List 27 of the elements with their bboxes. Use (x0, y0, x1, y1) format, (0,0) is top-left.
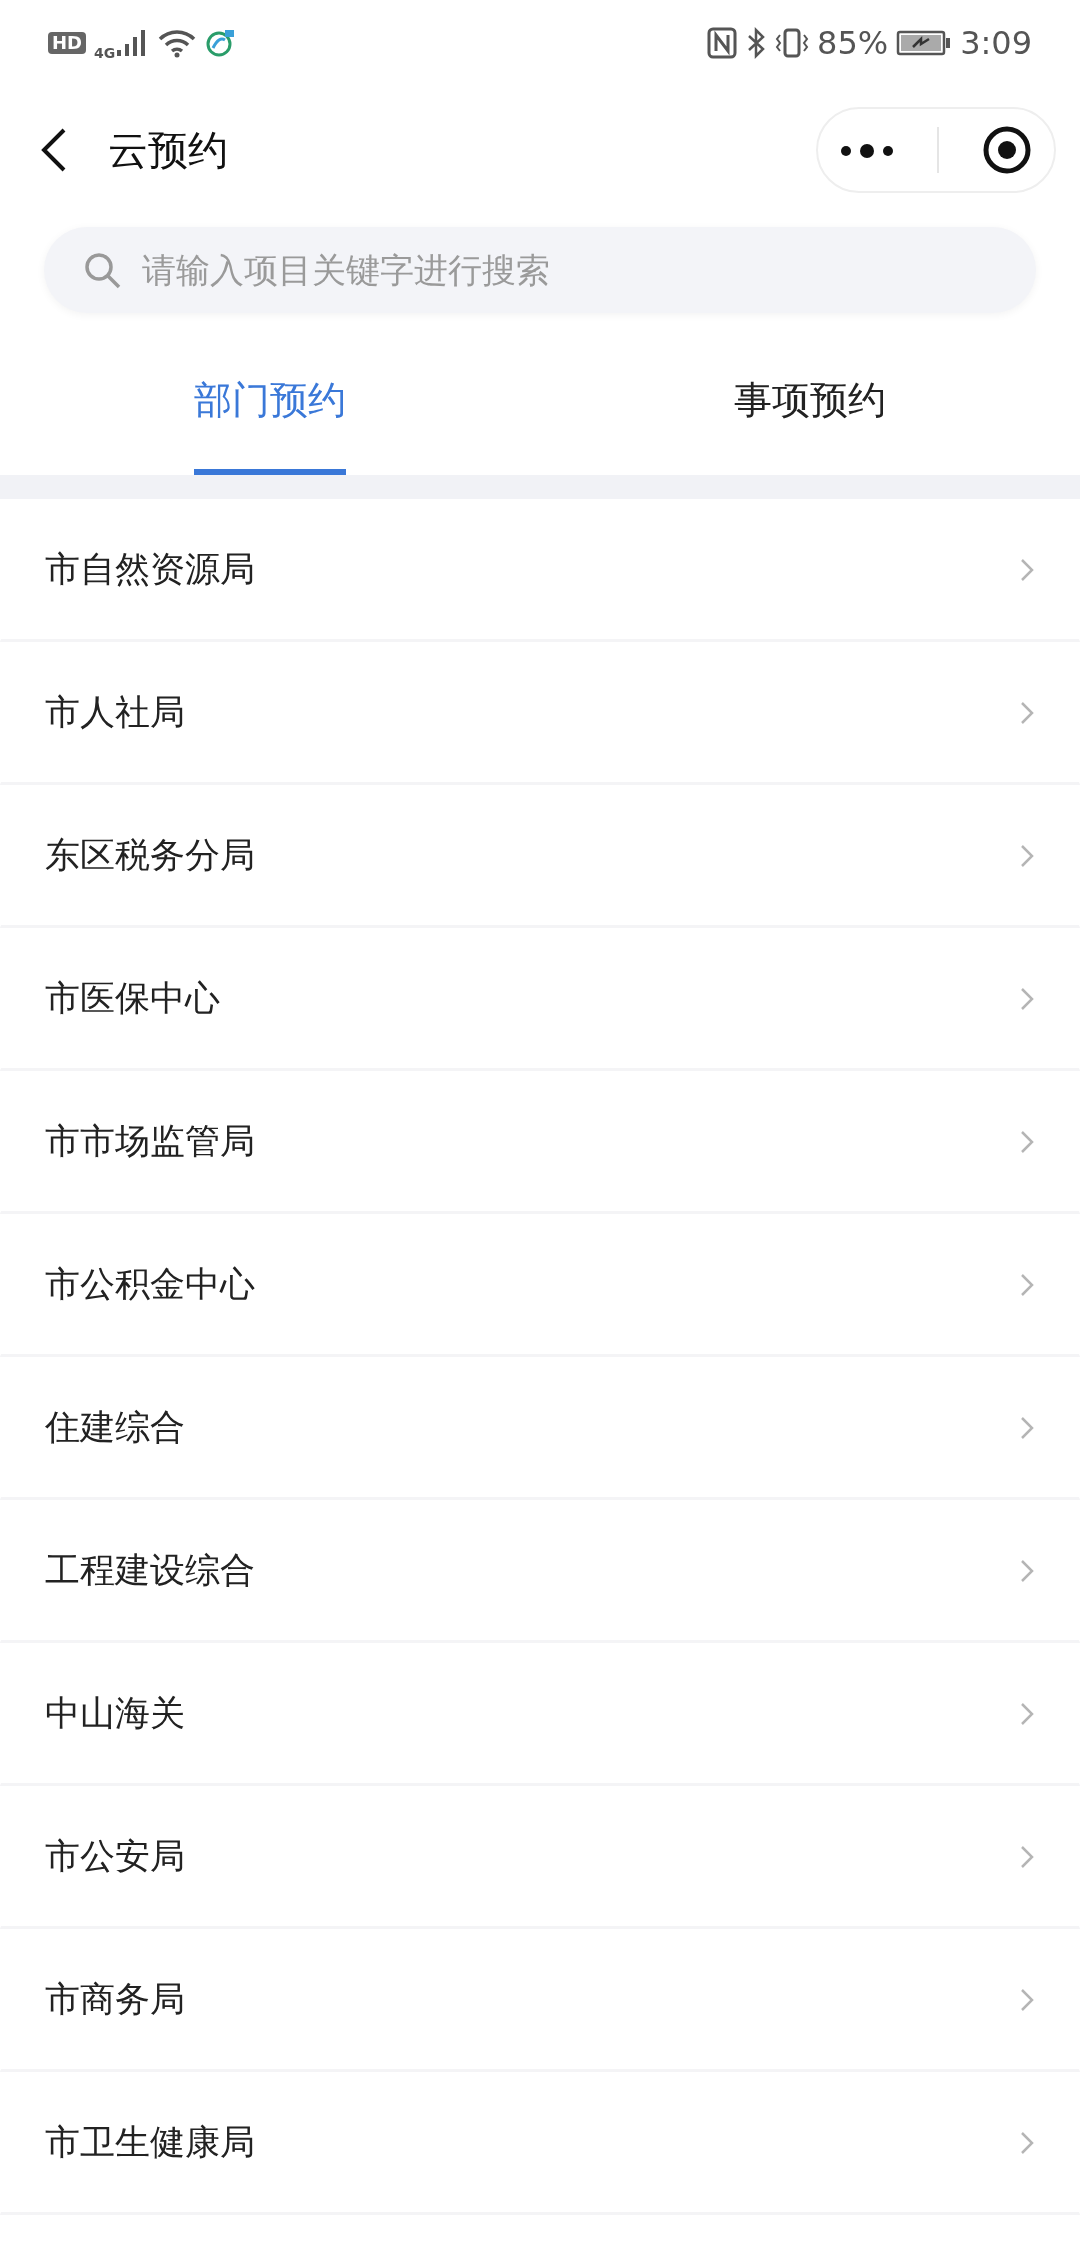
back-button[interactable] (40, 127, 68, 173)
vibrate-icon (775, 26, 809, 59)
status-time: 3:09 (960, 22, 1032, 64)
chevron-icon (1019, 1700, 1035, 1727)
chevron-icon (1019, 1557, 1035, 1584)
tab[interactable]: 事项预约 (540, 325, 1080, 475)
carrier-icon (205, 27, 236, 58)
page-title: 云预约 (108, 126, 229, 175)
close-button[interactable] (982, 125, 1033, 175)
chevron-icon (1019, 842, 1035, 869)
chevron-icon (1019, 699, 1035, 726)
network-type: 4G (94, 44, 116, 63)
chevron-icon (1019, 556, 1035, 583)
chevron-icon (1019, 1414, 1035, 1441)
chevron-icon (1019, 985, 1035, 1012)
search-icon (82, 250, 122, 290)
nfc-icon (707, 26, 737, 59)
chevron-icon (1019, 1986, 1035, 2013)
chevron-icon (1019, 1843, 1035, 1870)
hd-icon: HD (48, 31, 86, 54)
battery-icon (896, 28, 953, 57)
chevron-icon (1019, 2129, 1035, 2156)
chevron-icon (1019, 1271, 1035, 1298)
chevron-icon (1019, 1128, 1035, 1155)
wifi-icon (157, 27, 198, 58)
battery-percent: 85% (817, 22, 889, 64)
search-field[interactable]: 请输入项目关键字进行搜索 (44, 227, 1036, 313)
